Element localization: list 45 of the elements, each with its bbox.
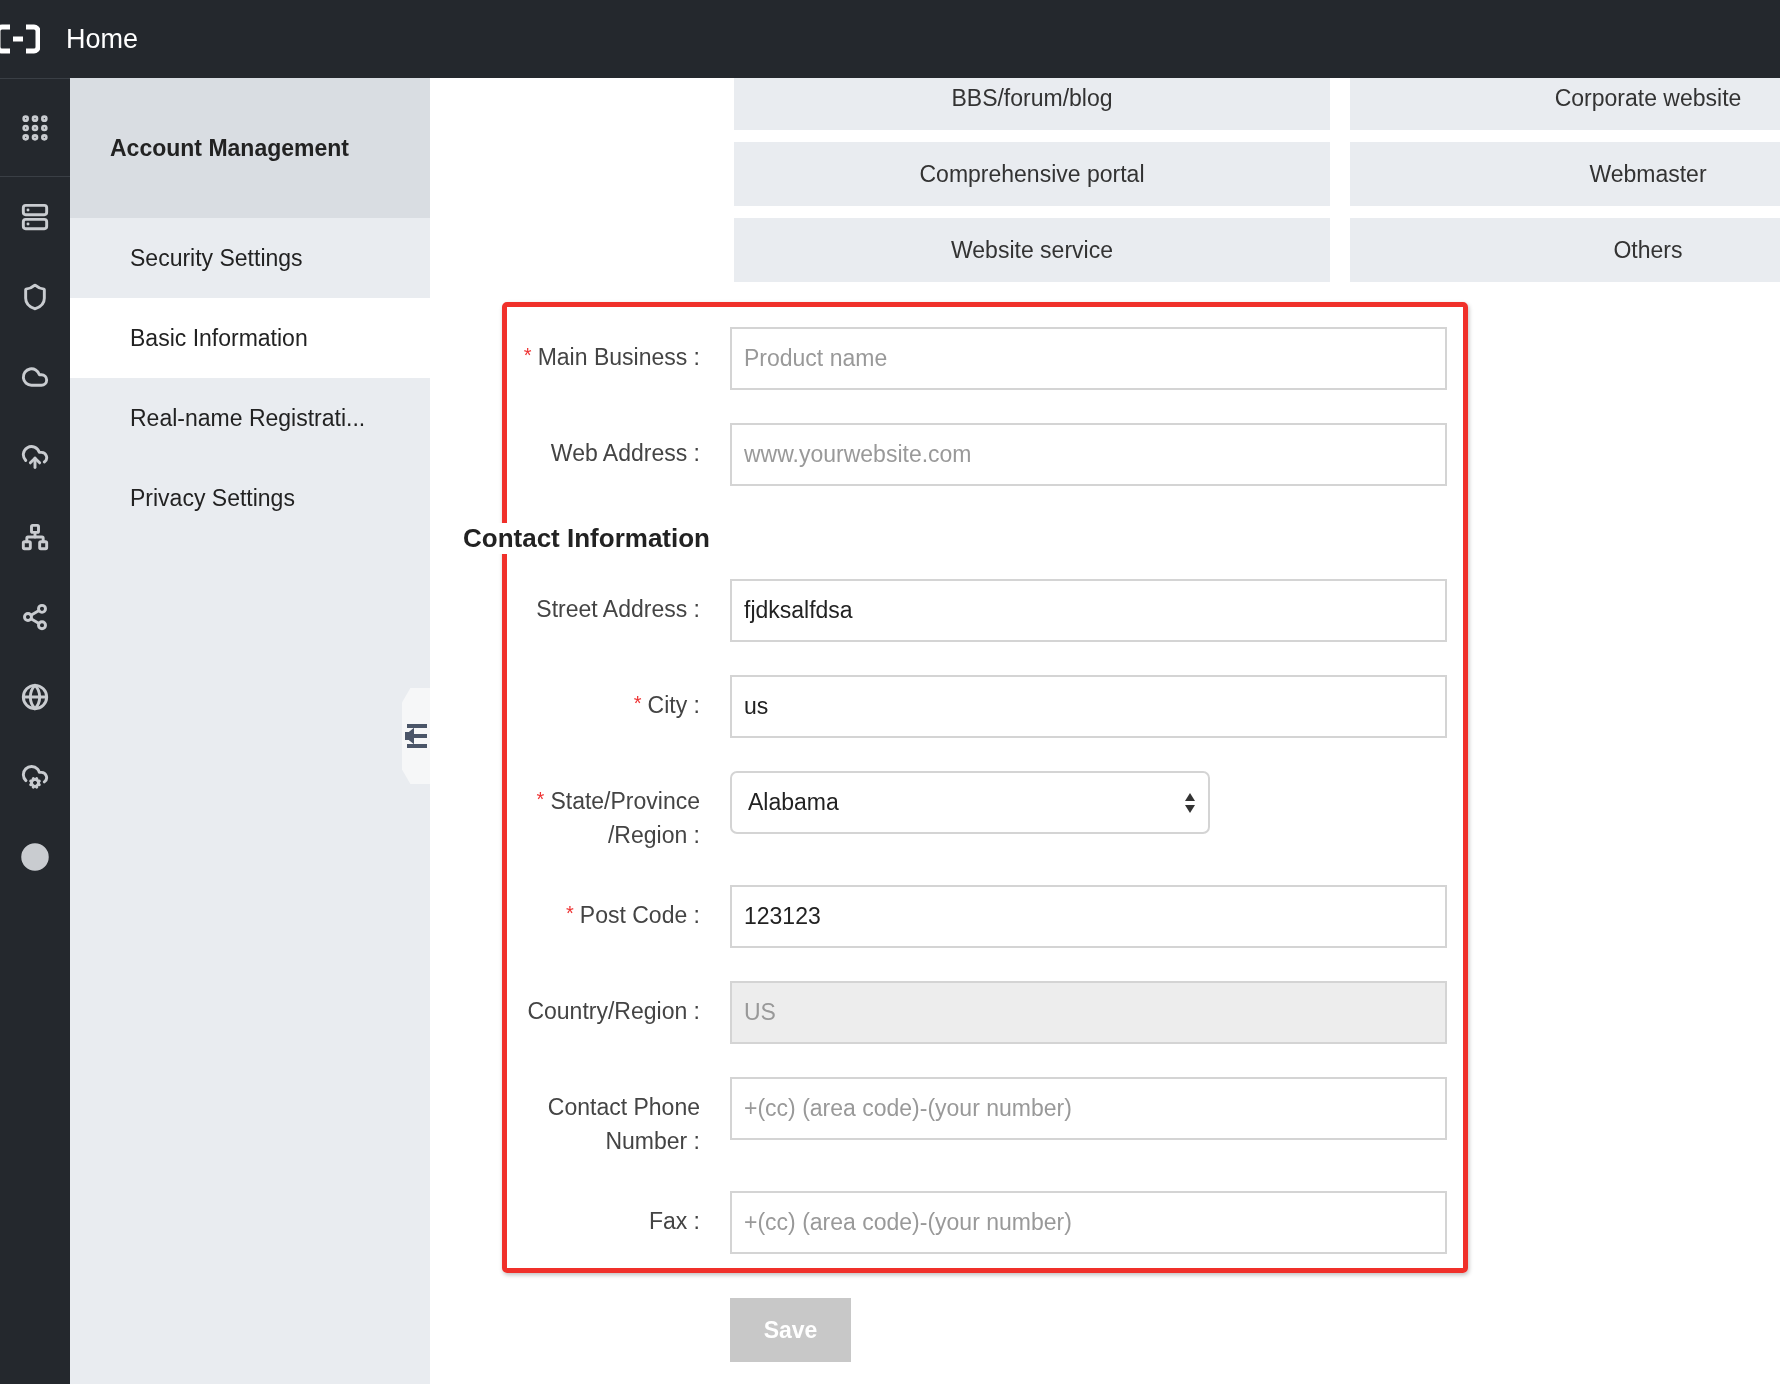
- field-label: Contact Phone Number :: [547, 1093, 700, 1156]
- category-option[interactable]: Webmaster: [1350, 142, 1780, 206]
- logo-icon: [0, 24, 40, 54]
- share-icon[interactable]: [21, 603, 49, 631]
- category-option[interactable]: Comprehensive portal: [734, 142, 1330, 206]
- text-field[interactable]: 123123: [730, 885, 1447, 948]
- text-field[interactable]: +(cc) (area code)-(your number): [730, 1077, 1447, 1140]
- text-field[interactable]: +(cc) (area code)-(your number): [730, 1191, 1447, 1254]
- field-label: Main Business :: [537, 343, 700, 372]
- required-mark: *: [523, 343, 532, 368]
- required-mark: *: [536, 787, 545, 812]
- required-mark: *: [566, 901, 574, 926]
- field-label: Fax :: [648, 1207, 700, 1236]
- cloud-upload-icon[interactable]: [21, 443, 49, 471]
- category-option[interactable]: BBS/forum/blog: [734, 78, 1330, 130]
- server-icon[interactable]: [21, 203, 49, 231]
- cloud-gear-icon[interactable]: [21, 763, 49, 791]
- collapse-handle[interactable]: [402, 688, 430, 784]
- sidebar-item[interactable]: Privacy Settings: [70, 458, 430, 538]
- text-field[interactable]: www.yourwebsite.com: [730, 423, 1447, 486]
- collapse-icon: [405, 723, 427, 749]
- text-field[interactable]: fjdksalfdsa: [730, 579, 1447, 642]
- field-label: Street Address :: [536, 595, 700, 624]
- sidebar-item[interactable]: Real-name Registrati...: [70, 378, 430, 458]
- shield-icon[interactable]: [21, 283, 49, 311]
- field-label: City :: [647, 691, 700, 720]
- field-label: Country/Region :: [527, 997, 700, 1026]
- circle-icon[interactable]: [20, 842, 50, 872]
- select-field[interactable]: Alabama: [730, 771, 1210, 834]
- text-field[interactable]: Product name: [730, 327, 1447, 390]
- field-label: Post Code :: [579, 901, 700, 930]
- sidebar-title: Account Management: [70, 78, 430, 218]
- category-option[interactable]: Others: [1350, 218, 1780, 282]
- globe-icon[interactable]: [21, 683, 49, 711]
- category-option[interactable]: Website service: [734, 218, 1330, 282]
- page-title: Home: [66, 23, 139, 55]
- updown-arrows-icon: [1184, 791, 1196, 814]
- category-option[interactable]: Corporate website: [1350, 78, 1780, 130]
- text-field[interactable]: us: [730, 675, 1447, 738]
- network-icon[interactable]: [21, 523, 49, 551]
- required-mark: *: [633, 691, 642, 716]
- field-label: Web Address :: [550, 439, 700, 468]
- sidebar-item[interactable]: Basic Information: [70, 298, 430, 378]
- sidebar-item[interactable]: Security Settings: [70, 218, 430, 298]
- field-label: State/Province /Region :: [550, 787, 700, 850]
